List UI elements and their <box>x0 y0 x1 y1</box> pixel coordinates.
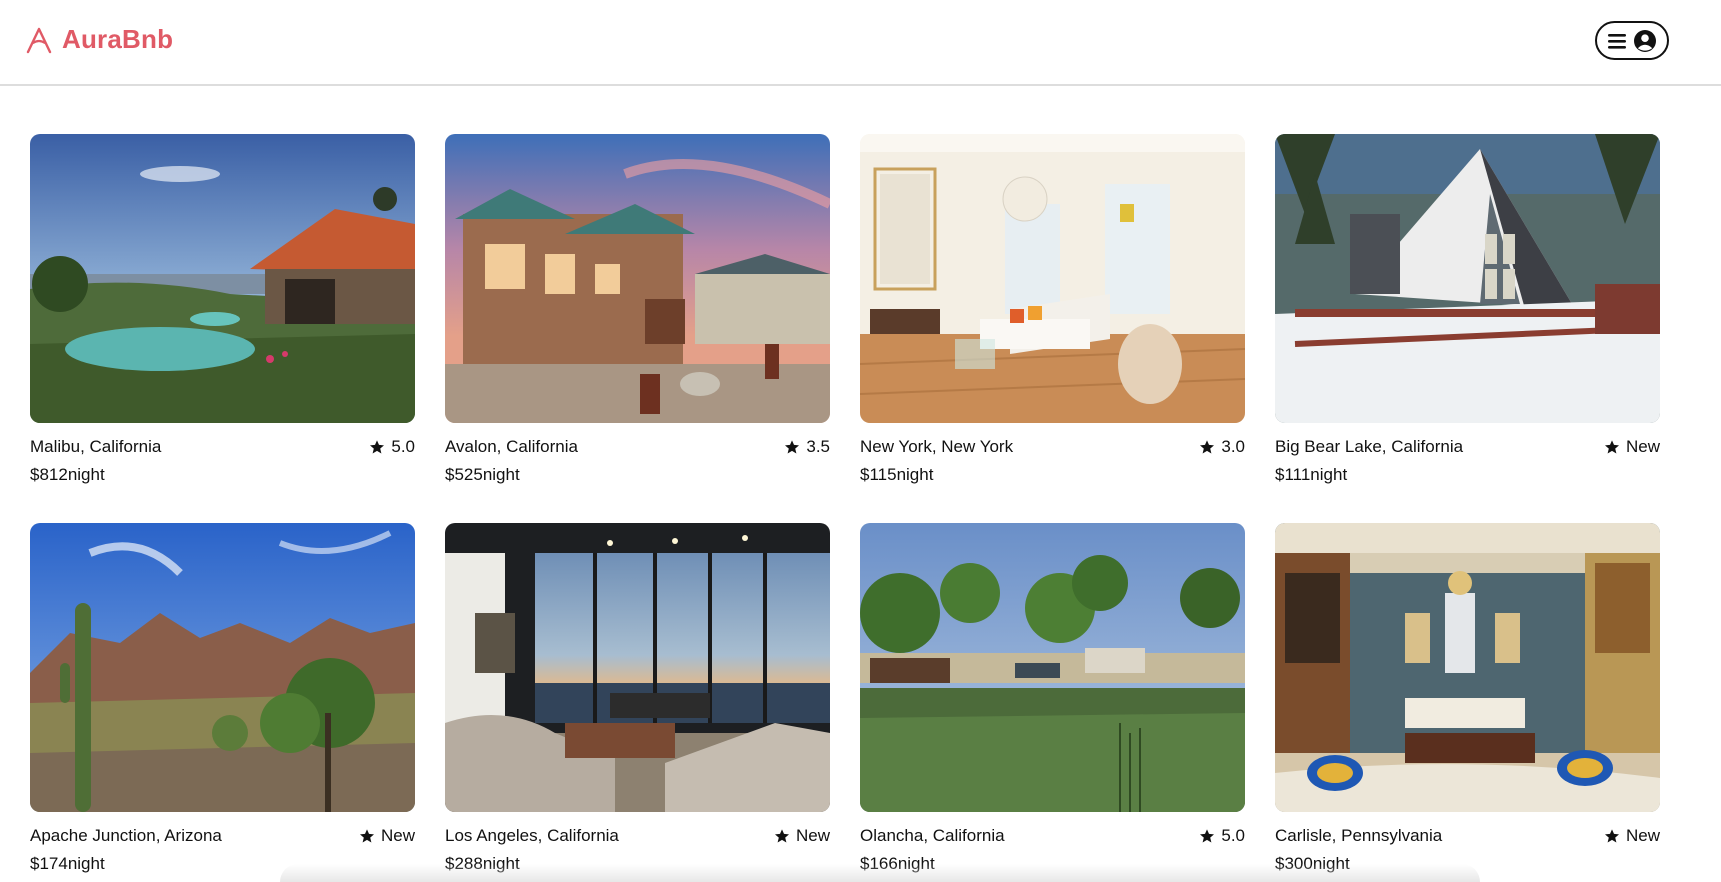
listing-photo-villa-pool[interactable] <box>30 134 415 423</box>
hamburger-menu-icon <box>1608 33 1626 49</box>
price-unit: night <box>482 854 520 873</box>
listing-rating: 5.0 <box>1199 826 1245 846</box>
listing-photo-desert-saguaro[interactable] <box>30 523 415 812</box>
rating-value: 3.0 <box>1221 437 1245 456</box>
listing-meta-row: Malibu, California 5.0 <box>30 437 415 457</box>
listing-price: $174night <box>30 854 415 874</box>
star-icon <box>1604 829 1619 843</box>
listing-meta-row: Carlisle, Pennsylvania New <box>1275 826 1660 846</box>
rating-value: New <box>380 826 415 845</box>
price-amount: $525 <box>445 465 483 484</box>
user-menu-button[interactable] <box>1595 21 1669 60</box>
listing-photo-snowy-a-frame[interactable] <box>1275 134 1660 423</box>
listing-rating: New <box>1604 437 1660 457</box>
listing-meta-row: Apache Junction, Arizona New <box>30 826 415 846</box>
listing-meta-row: New York, New York 3.0 <box>860 437 1245 457</box>
listing-price: $111night <box>1275 465 1660 485</box>
price-unit: night <box>482 465 520 484</box>
star-icon <box>1200 829 1215 843</box>
listing-price: $166night <box>860 854 1245 874</box>
listing-card[interactable]: Los Angeles, California New $288night <box>445 523 830 874</box>
listing-price: $525night <box>445 465 830 485</box>
star-icon <box>1604 440 1619 454</box>
rating-value: New <box>1625 826 1660 845</box>
price-amount: $288 <box>445 854 483 873</box>
listings-grid: Malibu, California 5.0 $812night Avalon,… <box>30 134 1664 874</box>
price-unit: night <box>897 854 935 873</box>
star-icon <box>774 829 789 843</box>
price-amount: $174 <box>30 854 68 873</box>
listing-rating: 3.5 <box>784 437 830 457</box>
listing-card[interactable]: Avalon, California 3.5 $525night <box>445 134 830 485</box>
star-icon <box>1200 440 1215 454</box>
listing-location: Olancha, California <box>860 826 1005 845</box>
rating-value: 3.5 <box>806 437 830 456</box>
listing-card[interactable]: Carlisle, Pennsylvania New $300night <box>1275 523 1660 874</box>
brand-name: AuraBnb <box>62 24 174 54</box>
listing-location: Apache Junction, Arizona <box>30 826 222 845</box>
airbnb-logo-icon <box>26 27 52 53</box>
listing-price: $115night <box>860 465 1245 485</box>
listing-photo-stone-mansion[interactable] <box>445 134 830 423</box>
rating-value: New <box>1625 437 1660 456</box>
listing-photo-bright-living-room[interactable] <box>860 134 1245 423</box>
user-avatar-icon <box>1634 29 1656 52</box>
star-icon <box>370 440 385 454</box>
listing-rating: 3.0 <box>1199 437 1245 457</box>
listing-meta-row: Big Bear Lake, California New <box>1275 437 1660 457</box>
listing-rating: New <box>1604 826 1660 846</box>
listing-card[interactable]: Malibu, California 5.0 $812night <box>30 134 415 485</box>
top-navbar: AuraBnb <box>0 0 1721 86</box>
listing-card[interactable]: Big Bear Lake, California New $111night <box>1275 134 1660 485</box>
brand-logo-link[interactable]: AuraBnb <box>24 24 173 55</box>
listing-meta-row: Avalon, California 3.5 <box>445 437 830 457</box>
rating-value: 5.0 <box>391 437 415 456</box>
star-icon <box>359 829 374 843</box>
listing-meta-row: Los Angeles, California New <box>445 826 830 846</box>
price-amount: $300 <box>1275 854 1313 873</box>
price-amount: $115 <box>860 465 897 484</box>
listing-card[interactable]: Olancha, California 5.0 $166night <box>860 523 1245 874</box>
listing-price: $300night <box>1275 854 1660 874</box>
listing-rating: New <box>774 826 830 846</box>
listing-card[interactable]: New York, New York 3.0 $115night <box>860 134 1245 485</box>
listing-rating: 5.0 <box>369 437 415 457</box>
listing-photo-modern-living-room[interactable] <box>445 523 830 812</box>
listing-location: New York, New York <box>860 437 1014 456</box>
listing-price: $812night <box>30 465 415 485</box>
price-unit: night <box>896 465 934 484</box>
price-unit: night <box>1312 854 1350 873</box>
listing-photo-pond-ranch[interactable] <box>860 523 1245 812</box>
price-unit: night <box>1310 465 1348 484</box>
star-icon <box>785 440 800 454</box>
listing-rating: New <box>359 826 415 846</box>
listing-location: Carlisle, Pennsylvania <box>1275 826 1443 845</box>
price-amount: $166 <box>860 854 898 873</box>
listing-meta-row: Olancha, California 5.0 <box>860 826 1245 846</box>
price-amount: $812 <box>30 465 68 484</box>
rating-value: New <box>795 826 830 845</box>
listing-price: $288night <box>445 854 830 874</box>
listing-location: Big Bear Lake, California <box>1275 437 1464 456</box>
listing-photo-victorian-parlor[interactable] <box>1275 523 1660 812</box>
price-amount: $111 <box>1275 465 1311 484</box>
listing-location: Avalon, California <box>445 437 578 456</box>
price-unit: night <box>67 465 105 484</box>
rating-value: 5.0 <box>1221 826 1245 845</box>
price-unit: night <box>67 854 105 873</box>
listing-location: Los Angeles, California <box>445 826 619 845</box>
listing-card[interactable]: Apache Junction, Arizona New $174night <box>30 523 415 874</box>
listing-location: Malibu, California <box>30 437 162 456</box>
